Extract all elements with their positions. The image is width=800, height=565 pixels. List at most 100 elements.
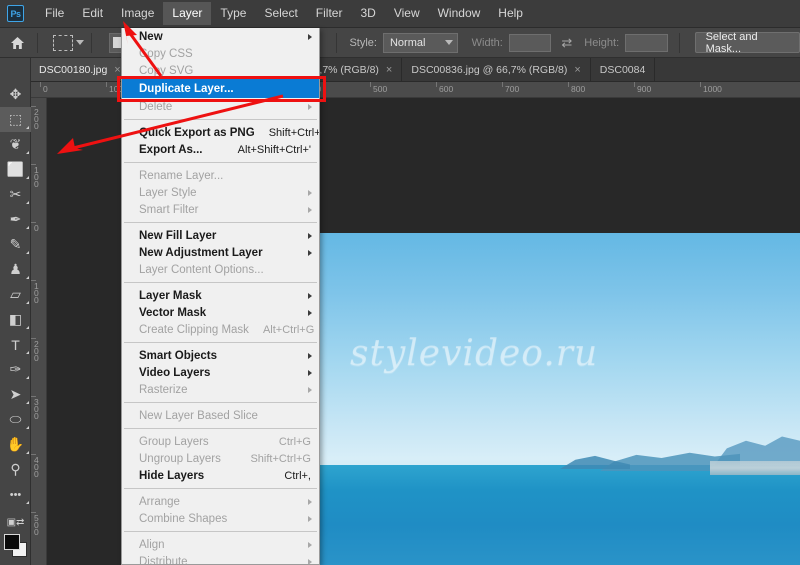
document-image[interactable]: stylevideo.ru	[310, 233, 800, 565]
document-tab[interactable]: DSC00836.jpg @ 66,7% (RGB/8) ×	[402, 58, 591, 81]
layer-menu-dropdown[interactable]: New Copy CSS Copy SVG Duplicate Layer... Del…	[121, 28, 320, 565]
height-label: Height:	[584, 36, 620, 49]
tool-submenu-indicator-icon	[26, 501, 29, 504]
width-input[interactable]	[508, 33, 552, 52]
menu-item[interactable]: Video Layers	[122, 364, 319, 381]
home-icon[interactable]	[6, 32, 30, 54]
menu-item[interactable]: Layer Mask	[122, 287, 319, 304]
default-colors-icon[interactable]: ▣⇄	[0, 514, 31, 530]
select-and-mask-button[interactable]: Select and Mask...	[694, 31, 800, 55]
menu-item-label: Rename Layer...	[139, 169, 224, 182]
foreground-color-swatch[interactable]	[4, 534, 20, 550]
submenu-arrow-icon	[308, 353, 312, 359]
type-tool[interactable]: T	[0, 332, 31, 357]
tool-glyph: ⬭	[9, 411, 22, 427]
tool-submenu-indicator-icon	[26, 301, 29, 304]
tool-submenu-indicator-icon	[26, 201, 29, 204]
menu-item[interactable]: Export As... Alt+Shift+Ctrl+'	[122, 141, 319, 158]
menu-bar-items: File Edit Image Layer Type Select Filter 3D View…	[36, 2, 532, 25]
lasso-tool[interactable]: ❦	[0, 132, 31, 157]
rectangular-marquee-tool[interactable]: ⬚	[0, 107, 31, 132]
ellipse-shape-tool[interactable]: ⬭	[0, 407, 31, 432]
photoshop-logo-icon: Ps	[7, 5, 24, 22]
move-tool[interactable]: ✥	[0, 82, 31, 107]
quick-selection-tool[interactable]: ⬜	[0, 157, 31, 182]
menu-item-label: Video Layers	[139, 366, 211, 379]
menu-item: Rename Layer...	[122, 167, 319, 184]
brush-tool[interactable]: ✎	[0, 232, 31, 257]
document-tab[interactable]: DSC0084	[590, 58, 656, 81]
menu-image[interactable]: Image	[112, 2, 163, 25]
eyedropper-tool[interactable]: ✒	[0, 207, 31, 232]
close-icon[interactable]: ×	[574, 64, 580, 76]
gradient-tool[interactable]: ◧	[0, 307, 31, 332]
options-bar: Anti-alias Style: Normal Width: ⇄ Height…	[0, 28, 800, 58]
height-input[interactable]	[625, 33, 668, 52]
pen-tool[interactable]: ✑	[0, 357, 31, 382]
divider	[335, 32, 337, 53]
edit-toolbar-tool[interactable]: •••	[0, 482, 31, 507]
menu-edit[interactable]: Edit	[73, 2, 112, 25]
ruler-tick-label: 1000	[703, 84, 722, 94]
submenu-arrow-icon	[308, 499, 312, 505]
tool-submenu-indicator-icon	[26, 176, 29, 179]
ruler-tick-label: 100	[34, 165, 39, 189]
ruler-tick-label: 100	[34, 281, 39, 305]
menu-item: Delete	[122, 98, 319, 115]
menu-item: Layer Content Options...	[122, 261, 319, 278]
submenu-arrow-icon	[308, 250, 312, 256]
menu-window[interactable]: Window	[429, 2, 490, 25]
watermark-text: stylevideo.ru	[350, 333, 599, 374]
close-icon[interactable]: ×	[114, 64, 120, 76]
menu-item: Arrange	[122, 493, 319, 510]
submenu-arrow-icon	[308, 387, 312, 393]
menu-separator	[124, 119, 317, 120]
divider	[678, 32, 680, 53]
eraser-tool[interactable]: ▱	[0, 282, 31, 307]
menu-filter[interactable]: Filter	[307, 2, 352, 25]
swap-arrows-icon[interactable]: ⇄	[561, 35, 572, 51]
zoom-tool[interactable]: ⚲	[0, 457, 31, 482]
menu-item-label: Smart Filter	[139, 203, 199, 216]
hand-tool[interactable]: ✋	[0, 432, 31, 457]
menu-layer[interactable]: Layer	[163, 2, 212, 25]
menu-item-label: Layer Style	[139, 186, 197, 199]
crop-tool[interactable]: ✂	[0, 182, 31, 207]
menu-item[interactable]: Smart Objects	[122, 347, 319, 364]
rectangular-marquee-icon	[52, 34, 73, 51]
ruler-tick-label: 0	[34, 223, 39, 233]
path-selection-tool[interactable]: ➤	[0, 382, 31, 407]
tool-glyph: ✋	[6, 436, 25, 452]
document-tab[interactable]: DSC00180.jpg ×	[30, 58, 131, 81]
clone-stamp-tool[interactable]: ♟	[0, 257, 31, 282]
color-swatches[interactable]	[0, 532, 31, 562]
submenu-arrow-icon	[308, 34, 312, 40]
vertical-ruler[interactable]: 20010001002003004005006	[31, 98, 47, 565]
menu-separator	[124, 222, 317, 223]
menu-file[interactable]: File	[36, 2, 73, 25]
menu-help[interactable]: Help	[489, 2, 532, 25]
ruler-tick-label: 0	[43, 84, 48, 94]
tool-preset-picker[interactable]	[52, 34, 84, 51]
menu-item[interactable]: Hide Layers Ctrl+,	[122, 467, 319, 484]
menu-item[interactable]: New Fill Layer	[122, 227, 319, 244]
chevron-down-icon[interactable]	[75, 40, 84, 45]
ruler-tick-label: 600	[439, 84, 454, 94]
menu-separator	[124, 488, 317, 489]
menu-item-label: Copy SVG	[139, 64, 194, 77]
menu-item[interactable]: Vector Mask	[122, 304, 319, 321]
menu-item: Copy CSS	[122, 45, 319, 62]
menu-view[interactable]: View	[385, 2, 429, 25]
menu-3d[interactable]: 3D	[351, 2, 384, 25]
menu-item[interactable]: New Adjustment Layer	[122, 244, 319, 261]
menu-item[interactable]: New	[122, 28, 319, 45]
menu-item-duplicate-layer[interactable]: Duplicate Layer...	[122, 79, 319, 98]
menu-select[interactable]: Select	[255, 2, 306, 25]
style-select[interactable]: Normal	[382, 32, 458, 53]
close-icon[interactable]: ×	[386, 64, 392, 76]
menu-item: Smart Filter	[122, 201, 319, 218]
ruler-tick-label: 800	[571, 84, 586, 94]
menu-type[interactable]: Type	[211, 2, 255, 25]
menu-item[interactable]: Quick Export as PNG Shift+Ctrl+'	[122, 124, 319, 141]
ruler-tick-label: 400	[34, 455, 39, 479]
